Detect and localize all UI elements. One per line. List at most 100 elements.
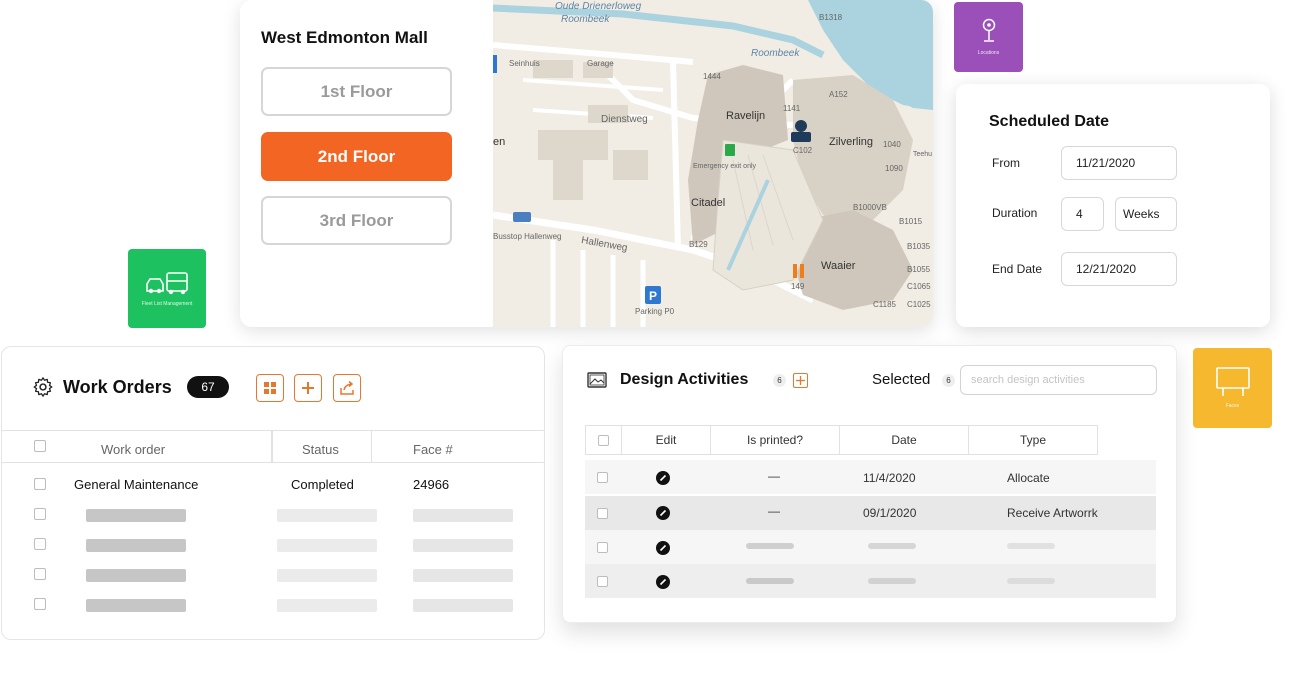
map-label-seinhuis: Seinhuis	[509, 59, 540, 68]
row-checkbox[interactable]	[34, 538, 46, 550]
map-label-b1015: B1015	[899, 217, 923, 226]
map-label-b129: B129	[689, 240, 708, 249]
face-cell: 24966	[413, 477, 450, 492]
locations-tile-caption: Locations	[977, 50, 1000, 56]
map-label-busstop: Busstop Hallenweg	[493, 232, 562, 241]
map-label-a152: A152	[829, 90, 848, 99]
is-printed-cell: —	[768, 469, 780, 483]
scheduled-date-title: Scheduled Date	[989, 113, 1110, 130]
placeholder-bar	[746, 543, 794, 549]
table-row[interactable]	[585, 530, 1156, 564]
table-row[interactable]	[585, 564, 1156, 598]
table-row[interactable]: — 11/4/2020 Allocate	[585, 460, 1156, 494]
map-label-zilverling: Zilverling	[829, 136, 874, 148]
map-label-waaier: Waaier	[821, 260, 856, 272]
map-label-c1025: C1025	[907, 300, 931, 309]
row-checkbox[interactable]	[597, 472, 608, 483]
edit-icon[interactable]	[656, 506, 670, 520]
column-divider	[2, 462, 545, 463]
edit-icon[interactable]	[656, 471, 670, 485]
map-label-1444: 1444	[703, 72, 721, 81]
map-label-citadel: Citadel	[691, 197, 726, 209]
map-label-b1035: B1035	[907, 242, 931, 251]
column-header-edit[interactable]: Edit	[621, 425, 711, 455]
work-order-cell: General Maintenance	[74, 477, 199, 492]
floor-3-button[interactable]: 3rd Floor	[261, 196, 452, 245]
map-label-oude-drienerloweg: Oude Drienerloweg	[555, 1, 642, 12]
row-checkbox[interactable]	[34, 508, 46, 520]
placeholder-bar	[413, 539, 513, 552]
add-design-activity-button[interactable]	[793, 373, 808, 388]
map-label-c1185: C1185	[873, 300, 896, 309]
column-header-date[interactable]: Date	[839, 425, 969, 455]
placeholder-bar	[86, 509, 186, 522]
row-checkbox[interactable]	[597, 576, 608, 587]
design-activities-count-badge: 6	[773, 374, 786, 387]
grid-view-button[interactable]	[256, 374, 284, 402]
placeholder-bar	[86, 599, 186, 612]
edit-icon[interactable]	[656, 541, 670, 555]
row-checkbox[interactable]	[597, 542, 608, 553]
row-checkbox[interactable]	[34, 568, 46, 580]
faces-tile-caption: Faces	[1225, 403, 1240, 409]
mall-title: West Edmonton Mall	[261, 28, 428, 47]
export-button[interactable]	[333, 374, 361, 402]
floor-2-button[interactable]: 2nd Floor	[261, 132, 452, 181]
grid-icon	[264, 382, 276, 394]
selected-label: Selected	[872, 371, 931, 388]
column-header-status[interactable]: Status	[302, 442, 339, 457]
from-date-field[interactable]: 11/21/2020	[1061, 146, 1177, 180]
search-design-activities-input[interactable]	[960, 365, 1157, 395]
gear-icon	[33, 377, 53, 397]
share-icon	[340, 380, 354, 395]
column-header-type[interactable]: Type	[968, 425, 1098, 455]
placeholder-bar	[277, 509, 377, 522]
map-label-b1055: B1055	[907, 265, 931, 274]
pencil-icon	[659, 544, 667, 552]
column-header-work-order[interactable]: Work order	[101, 442, 165, 457]
fleet-tile[interactable]: Fleet List Management	[128, 249, 206, 328]
map-label-c102: C102	[793, 146, 813, 155]
column-header-face[interactable]: Face #	[413, 442, 453, 457]
floor-map[interactable]: P Oude Drienerloweg Roombeek Roombeek Se…	[493, 0, 933, 327]
map-label-parking: Parking P0	[635, 307, 675, 316]
type-cell: Allocate	[1007, 471, 1050, 485]
locations-tile[interactable]: Locations	[954, 2, 1023, 72]
table-row[interactable]: — 09/1/2020 Receive Artworrk	[585, 496, 1156, 530]
placeholder-bar	[1007, 543, 1055, 549]
placeholder-bar	[868, 578, 916, 584]
column-header-is-printed[interactable]: Is printed?	[710, 425, 840, 455]
map-label-emergency-exit: Emergency exit only	[693, 163, 757, 170]
end-date-field[interactable]: 12/21/2020	[1061, 252, 1177, 286]
pencil-icon	[659, 578, 667, 586]
is-printed-cell: —	[768, 504, 780, 518]
map-label-c1065: C1065	[907, 282, 931, 291]
fleet-tile-caption: Fleet List Management	[141, 300, 193, 307]
add-work-order-button[interactable]	[294, 374, 322, 402]
pencil-icon	[659, 509, 667, 517]
from-label: From	[992, 156, 1020, 170]
map-label-1040: 1040	[883, 140, 901, 149]
floor-map-card: West Edmonton Mall 1st Floor 2nd Floor 3…	[240, 0, 933, 327]
select-all-header	[585, 425, 622, 455]
design-activities-title: Design Activities	[620, 371, 749, 388]
select-all-checkbox[interactable]	[34, 440, 46, 452]
row-checkbox[interactable]	[34, 478, 46, 490]
column-separator	[271, 430, 273, 462]
select-all-checkbox[interactable]	[598, 434, 609, 446]
floor-selector-panel: West Edmonton Mall 1st Floor 2nd Floor 3…	[240, 0, 493, 327]
placeholder-bar	[868, 543, 916, 549]
location-pin-icon	[982, 18, 995, 42]
row-checkbox[interactable]	[597, 508, 608, 519]
floor-1-button[interactable]: 1st Floor	[261, 67, 452, 116]
image-icon	[587, 372, 607, 388]
duration-field[interactable]: 4	[1061, 197, 1104, 231]
plus-icon	[796, 376, 805, 385]
faces-tile[interactable]: Faces	[1193, 348, 1272, 428]
header-divider	[2, 430, 545, 431]
row-checkbox[interactable]	[34, 598, 46, 610]
duration-unit-select[interactable]: Weeks	[1115, 197, 1177, 231]
map-label-ravelijn: Ravelijn	[726, 110, 766, 122]
map-label-b1318: B1318	[819, 13, 843, 22]
edit-icon[interactable]	[656, 575, 670, 589]
